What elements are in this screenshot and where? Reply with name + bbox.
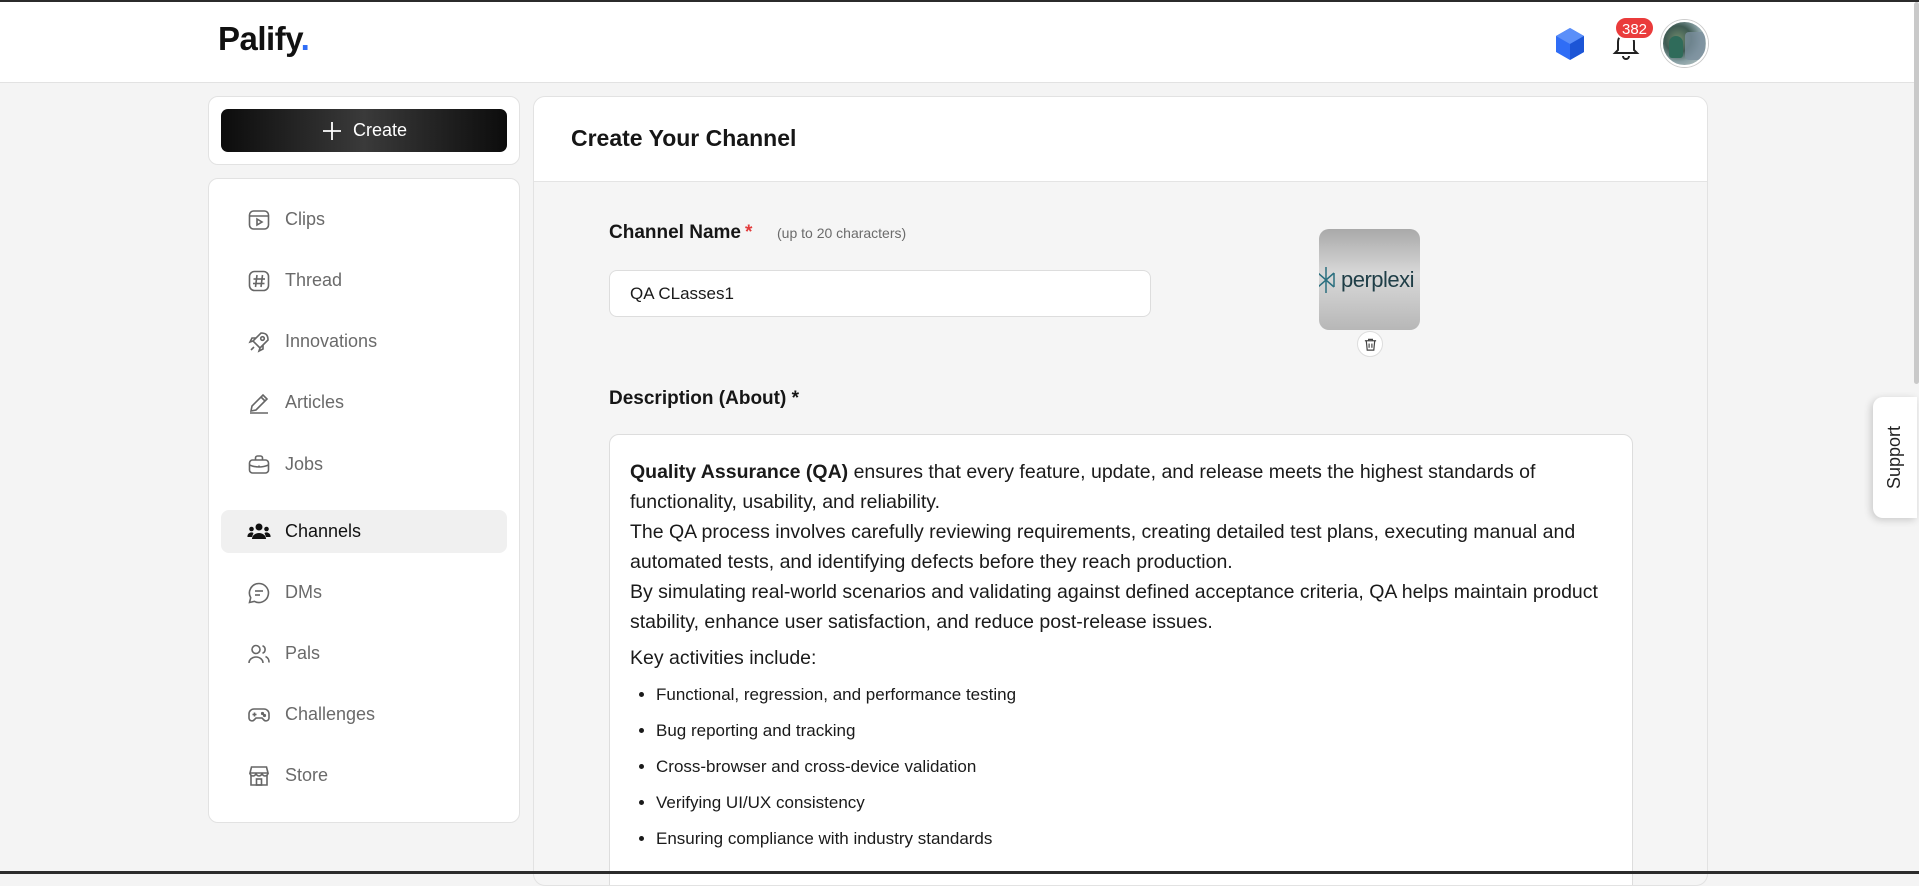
support-tab-label: Support bbox=[1884, 425, 1905, 490]
users-icon bbox=[248, 644, 270, 663]
chat-icon bbox=[248, 582, 270, 604]
channel-name-input[interactable]: QA CLasses1 bbox=[609, 270, 1151, 317]
support-tab[interactable]: Support bbox=[1873, 397, 1917, 518]
sidebar: Clips Thread Innovations Articles Jobs C… bbox=[208, 178, 520, 823]
sidebar-item-pals[interactable]: Pals bbox=[221, 632, 507, 675]
sidebar-item-label: DMs bbox=[285, 582, 322, 602]
sidebar-item-jobs[interactable]: Jobs bbox=[221, 443, 507, 486]
rocket-icon bbox=[248, 331, 269, 353]
sidebar-item-challenges[interactable]: Challenges bbox=[221, 693, 507, 736]
gamepad-icon bbox=[248, 707, 270, 722]
clips-icon bbox=[248, 209, 270, 230]
channel-image[interactable]: perplexi bbox=[1319, 229, 1420, 330]
create-card: Create bbox=[208, 96, 520, 165]
sidebar-item-label: Articles bbox=[285, 392, 345, 412]
pen-icon bbox=[249, 393, 269, 414]
create-button-label: Create bbox=[352, 120, 408, 140]
page-title: Create Your Channel bbox=[571, 125, 797, 151]
create-button[interactable]: Create bbox=[221, 109, 507, 152]
description-editor[interactable]: Quality Assurance (QA) ensures that ever… bbox=[609, 434, 1633, 885]
list-item: Functional, regression, and performance … bbox=[656, 677, 1612, 713]
palify-logo[interactable]: Palify. bbox=[218, 20, 310, 58]
channel-name-label: Channel Name * bbox=[609, 222, 753, 243]
sidebar-item-dms[interactable]: DMs bbox=[221, 571, 507, 614]
sidebar-item-label: Innovations bbox=[285, 331, 378, 351]
sidebar-item-channels[interactable]: Channels bbox=[221, 510, 507, 553]
avatar[interactable] bbox=[1661, 20, 1708, 67]
hashtag-icon bbox=[248, 270, 270, 291]
sidebar-item-label: Challenges bbox=[285, 704, 376, 724]
sidebar-item-store[interactable]: Store bbox=[221, 754, 507, 797]
description-paragraph-2: The QA process involves carefully review… bbox=[630, 521, 1576, 573]
store-icon bbox=[248, 765, 270, 786]
sidebar-item-label: Clips bbox=[285, 209, 326, 229]
channel-name-hint: (up to 20 characters) bbox=[777, 225, 907, 241]
plus-icon bbox=[322, 121, 341, 140]
top-header: Palify. 382 bbox=[0, 2, 1916, 83]
description-paragraph-1: Quality Assurance (QA) ensures that ever… bbox=[630, 461, 1536, 513]
sidebar-item-label: Pals bbox=[285, 643, 321, 663]
card-header: Create Your Channel bbox=[534, 97, 1707, 182]
sidebar-item-label: Store bbox=[285, 765, 329, 785]
required-mark: * bbox=[744, 222, 753, 243]
sidebar-item-label: Channels bbox=[285, 521, 362, 541]
sidebar-item-innovations[interactable]: Innovations bbox=[221, 320, 507, 363]
sidebar-item-articles[interactable]: Articles bbox=[221, 381, 507, 424]
sidebar-item-label: Jobs bbox=[285, 454, 324, 474]
briefcase-icon bbox=[248, 454, 270, 474]
list-item: Ensuring compliance with industry standa… bbox=[656, 821, 1612, 857]
key-activities-list: Functional, regression, and performance … bbox=[630, 677, 1612, 857]
description-label: Description (About) * bbox=[609, 388, 799, 409]
cube-icon[interactable] bbox=[1553, 26, 1587, 62]
sidebar-item-thread[interactable]: Thread bbox=[221, 259, 507, 302]
sidebar-item-label: Thread bbox=[285, 270, 343, 290]
trash-icon bbox=[1364, 338, 1376, 351]
key-activities-heading: Key activities include: bbox=[630, 647, 817, 669]
list-item: Bug reporting and tracking bbox=[656, 713, 1612, 749]
notification-badge: 382 bbox=[1614, 16, 1656, 40]
sidebar-item-clips[interactable]: Clips bbox=[221, 198, 507, 241]
people-icon bbox=[247, 523, 271, 539]
list-item: Cross-browser and cross-device validatio… bbox=[656, 749, 1612, 785]
description-paragraph-3: By simulating real-world scenarios and v… bbox=[630, 581, 1598, 633]
delete-image-button[interactable] bbox=[1357, 331, 1383, 357]
perplexity-logo-icon bbox=[1319, 266, 1335, 293]
list-item: Verifying UI/UX consistency bbox=[656, 785, 1612, 821]
create-channel-card: Create Your Channel Channel Name * (up to… bbox=[533, 96, 1708, 886]
channel-image-text: perplexi bbox=[1341, 266, 1415, 292]
page-scrollbar[interactable] bbox=[1914, 2, 1919, 384]
